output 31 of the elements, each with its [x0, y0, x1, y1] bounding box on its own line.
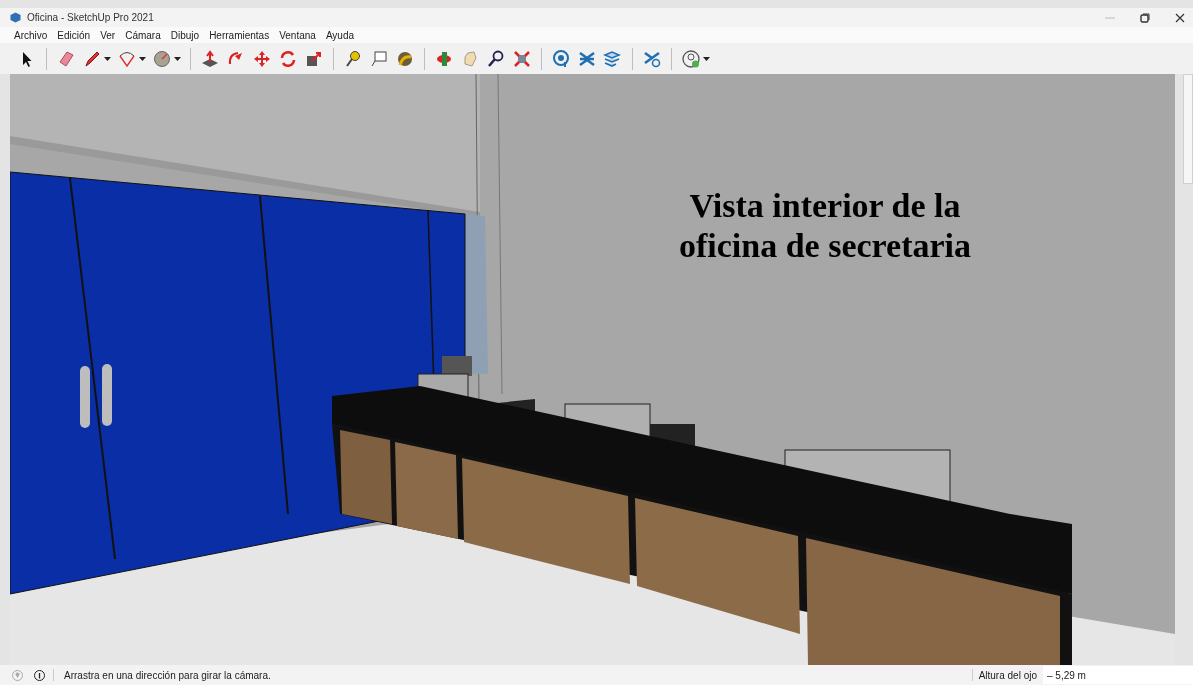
- 3d-viewport[interactable]: Vista interior de la oficina de secretaria: [10, 74, 1175, 665]
- search-icon: [486, 48, 506, 69]
- push-pull-icon: [200, 48, 220, 69]
- restore-icon[interactable]: [1140, 12, 1150, 23]
- caret-icon: [139, 56, 146, 61]
- tape-measure-icon: [343, 48, 363, 69]
- layers-icon: [603, 48, 623, 69]
- menu-item[interactable]: Ayuda: [325, 27, 355, 43]
- measurement-label: Altura del ojo: [978, 668, 1037, 683]
- caret-icon: [104, 56, 111, 61]
- menu-item[interactable]: Dibujo: [170, 27, 200, 43]
- menu-item[interactable]: Herramientas: [209, 27, 270, 43]
- menu-item[interactable]: Cámara: [125, 27, 161, 43]
- circle-icon: [152, 48, 172, 69]
- app-logo-icon: [10, 12, 21, 23]
- zoom-extents-icon: [512, 48, 532, 69]
- status-message: Arrastra en una dirección para girar la cámara.: [64, 668, 271, 683]
- text-icon: [369, 48, 389, 69]
- viewport-caption: Vista interior de la oficina de secretaria: [677, 186, 973, 266]
- measurements-field[interactable]: – 5,29 m: [1043, 666, 1193, 684]
- profile-icon: [681, 48, 701, 69]
- rotate-icon: [278, 48, 298, 69]
- menu-item[interactable]: Ver: [100, 27, 116, 43]
- menu-item[interactable]: Ventana: [279, 27, 316, 43]
- caret-icon: [174, 56, 181, 61]
- caret-icon: [703, 56, 710, 61]
- menu-item[interactable]: Archivo: [14, 27, 48, 43]
- close-icon[interactable]: [1175, 12, 1185, 23]
- info-icon[interactable]: [34, 669, 45, 681]
- menu-item[interactable]: Edición: [57, 27, 91, 43]
- window-title: Oficina - SketchUp Pro 2021: [27, 11, 154, 25]
